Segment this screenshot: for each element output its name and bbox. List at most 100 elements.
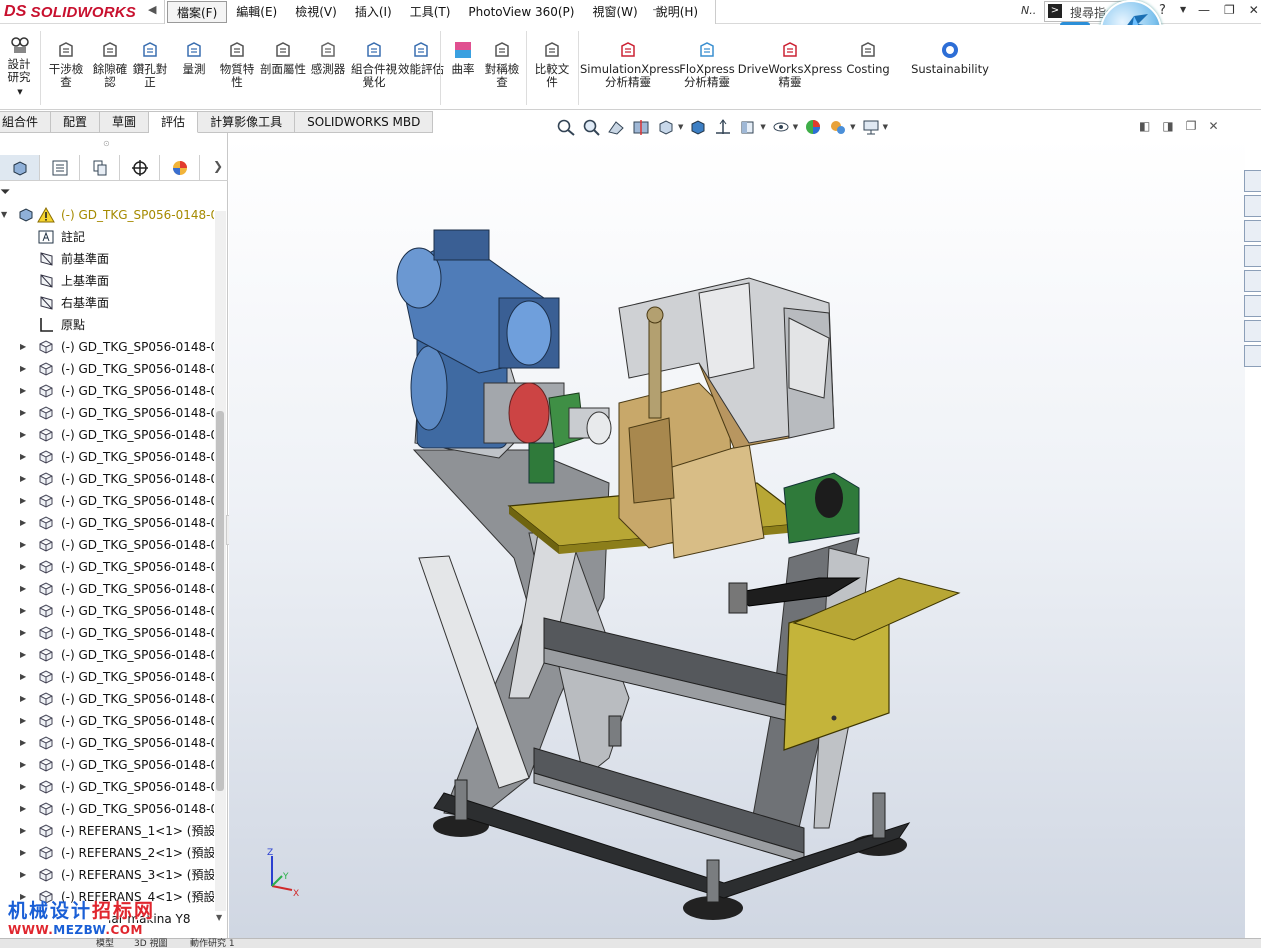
scene-icon[interactable] [828, 118, 848, 136]
expand-icon[interactable]: ▶ [20, 732, 26, 754]
edit-appearance-icon[interactable] [738, 118, 758, 136]
solidworks-resources-icon[interactable] [1244, 170, 1261, 192]
expand-icon[interactable]: ▶ [20, 644, 26, 666]
expand-icon[interactable]: ▶ [20, 842, 26, 864]
tree-item[interactable]: 原點 [0, 314, 214, 336]
view-orientation-icon[interactable] [656, 118, 676, 136]
tree-item-part[interactable]: ▶ (-) GD_TKG_SP056-0148-00 [0, 776, 214, 798]
3dexperience-icon[interactable] [1244, 345, 1261, 367]
section-view-icon[interactable] [631, 118, 651, 136]
tab-dimxpert-manager[interactable] [120, 155, 160, 180]
section-properties-button[interactable]: 剖面屬性 [258, 40, 308, 76]
menu-edit[interactable]: 編輯(E) [227, 1, 286, 23]
expand-icon[interactable]: ▶ [20, 534, 26, 556]
viewport-close-icon[interactable]: ✕ [1208, 119, 1218, 133]
expand-icon[interactable]: ▶ [20, 556, 26, 578]
minimize-icon[interactable]: — [1198, 3, 1210, 17]
expand-icon[interactable]: ▶ [20, 578, 26, 600]
tab-layout[interactable]: 配置 [51, 111, 101, 133]
view-orientation-dropdown-icon[interactable]: ▼ [678, 123, 683, 131]
curvature-button[interactable]: 曲率 [446, 40, 480, 76]
restore-icon[interactable]: ❐ [1224, 3, 1235, 17]
tree-item-part[interactable]: ▶ (-) GD_TKG_SP056-0148-00 [0, 732, 214, 754]
driveworksxpress-button[interactable]: DriveWorksXpress 精靈 [736, 40, 844, 89]
help-dropdown-icon[interactable]: ▼ [1180, 5, 1186, 14]
symmetry-check-button[interactable]: 對稱檢查 [480, 40, 524, 89]
tab-assembly[interactable]: 組合件 [0, 111, 52, 133]
tree-item-part[interactable]: ▶ (-) GD_TKG_SP056-0148-00 [0, 688, 214, 710]
design-library-icon[interactable] [1244, 195, 1261, 217]
menu-view[interactable]: 檢視(V) [286, 1, 346, 23]
hide-show-items-icon[interactable] [713, 118, 733, 136]
expand-icon[interactable]: ▶ [20, 776, 26, 798]
floxpress-button[interactable]: FloXpress 分析精靈 [676, 40, 738, 89]
tab-evaluate[interactable]: 評估 [149, 111, 199, 133]
expand-icon[interactable]: ▶ [20, 490, 26, 512]
pin-menu-icon[interactable]: ⊣ [652, 3, 662, 17]
tree-item-part[interactable]: ▶ (-) REFERANS_2<1> (預設< [0, 842, 214, 864]
tree-item-part[interactable]: ▶ (-) GD_TKG_SP056-0148-00 [0, 424, 214, 446]
expand-icon[interactable]: ▶ [20, 380, 26, 402]
help-icon[interactable]: ? [1159, 3, 1166, 18]
appearances-scenes-icon[interactable] [1244, 270, 1261, 292]
expand-icon[interactable]: ▶ [20, 424, 26, 446]
viewport-previous-icon[interactable]: ◧ [1139, 119, 1150, 133]
mass-properties-button[interactable]: 物質特性 [215, 40, 259, 89]
tree-item-part[interactable]: ▶ (-) GD_TKG_SP056-0148-00 [0, 622, 214, 644]
file-explorer-icon[interactable] [1244, 220, 1261, 242]
tree-item-part[interactable]: ▶ (-) GD_TKG_SP056-0148-00 [0, 710, 214, 732]
measure-button[interactable]: 量測 [176, 40, 212, 76]
tree-item-part[interactable]: ▶ (-) GD_TKG_SP056-0148-00 [0, 512, 214, 534]
zoom-to-fit-icon[interactable] [556, 118, 576, 136]
simulationxpress-button[interactable]: SimulationXpress 分析精靈 [580, 40, 680, 89]
compare-documents-button[interactable]: 比較文件 [530, 40, 574, 89]
tab-feature-manager[interactable] [0, 155, 40, 180]
solidworks-forum-icon[interactable] [1244, 320, 1261, 342]
display-style-icon[interactable] [688, 118, 708, 136]
zoom-to-area-icon[interactable] [581, 118, 601, 136]
apply-scene-dropdown-icon[interactable]: ▼ [793, 123, 798, 131]
close-icon[interactable]: ✕ [1249, 3, 1259, 17]
view-settings-icon[interactable] [861, 118, 881, 136]
tab-property-manager[interactable] [40, 155, 80, 180]
graphics-area[interactable]: Z X Y [229, 138, 1245, 948]
custom-properties-icon[interactable] [1244, 295, 1261, 317]
hole-alignment-button[interactable]: 鑽孔對正 [130, 40, 170, 89]
tree-item-part[interactable]: ▶ (-) REFERANS_1<1> (預設< [0, 820, 214, 842]
tree-item-part[interactable]: ▶ (-) GD_TKG_SP056-0148-00 [0, 798, 214, 820]
tree-item[interactable]: 前基準面 [0, 248, 214, 270]
tab-display-manager[interactable] [160, 155, 200, 180]
design-study-dropdown-icon[interactable]: ▼ [2, 86, 38, 99]
tree-item-part[interactable]: ▶ (-) GD_TKG_SP056-0148-00 [0, 644, 214, 666]
panel-more-tabs-icon[interactable]: ❯ [213, 159, 223, 173]
viewport-next-icon[interactable]: ◨ [1162, 119, 1173, 133]
sustainability-button[interactable]: Sustainability [906, 40, 994, 76]
expand-icon[interactable]: ▶ [20, 798, 26, 820]
tree-item-part[interactable]: ▶ (-) GD_TKG_SP056-0148-00 [0, 754, 214, 776]
tree-filter-icon[interactable]: ⏷ [0, 185, 10, 200]
tree-item-part[interactable]: ▶ (-) GD_TKG_SP056-0148-00 [0, 336, 214, 358]
expand-icon[interactable]: ▶ [20, 666, 26, 688]
expand-icon[interactable]: ▶ [20, 402, 26, 424]
tree-item-part[interactable]: ▶ (-) GD_TKG_SP056-0148-00 [0, 534, 214, 556]
scene-dropdown-icon[interactable]: ▼ [850, 123, 855, 131]
tree-item-part[interactable]: ▶ (-) GD_TKG_SP056-0148-00 [0, 490, 214, 512]
tab-render-tools[interactable]: 計算影像工具 [198, 111, 296, 133]
tree-item-part[interactable]: ▶ (-) GD_TKG_SP056-0148-00 [0, 556, 214, 578]
solidworks-logo[interactable]: DS SOLIDWORKS [4, 2, 136, 22]
tree-item-part[interactable]: ▶ (-) GD_TKG_SP056-0148-00 [0, 446, 214, 468]
tree-item-part[interactable]: ▶ (-) GD_TKG_SP056-0148-00 [0, 666, 214, 688]
tree-item[interactable]: 註記 [0, 226, 214, 248]
design-study-button[interactable]: 設計研究 ▼ [2, 35, 38, 99]
panel-grip-icon[interactable]: ⊙ [103, 139, 110, 148]
sensor-button[interactable]: 感測器 [308, 40, 348, 76]
expand-icon[interactable]: ▶ [20, 600, 26, 622]
tree-item-part[interactable]: ▶ (-) GD_TKG_SP056-0148-00 [0, 380, 214, 402]
expand-icon[interactable]: ▶ [20, 710, 26, 732]
viewport-restore-icon[interactable]: ❐ [1186, 119, 1197, 133]
tree-item[interactable]: 右基準面 [0, 292, 214, 314]
performance-evaluation-button[interactable]: 效能評估 [398, 40, 444, 76]
view-settings-dropdown-icon[interactable]: ▼ [883, 123, 888, 131]
apply-scene-icon[interactable] [771, 118, 791, 136]
tab-mbd[interactable]: SOLIDWORKS MBD [295, 111, 434, 133]
